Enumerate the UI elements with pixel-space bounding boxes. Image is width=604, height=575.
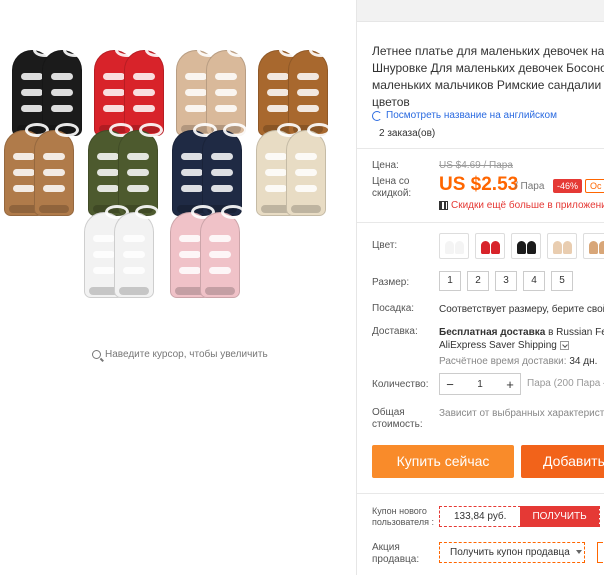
original-price: US $4.69 / Пара: [439, 160, 513, 171]
quantity-label: Количество:: [372, 379, 429, 390]
divider: [357, 222, 604, 223]
size-options: 12345: [439, 271, 573, 291]
product-info-panel: Летнее платье для маленьких девочек на Ш…: [356, 0, 604, 575]
edge-decoration: [597, 542, 603, 563]
color-label: Цвет:: [372, 240, 398, 251]
extra-badge: Ос: [585, 179, 604, 193]
quantity-input[interactable]: 1: [460, 379, 500, 390]
color-swatch-red[interactable]: [475, 233, 505, 259]
magnifier-icon: [92, 350, 101, 359]
shoe-pair-8: [286, 123, 331, 216]
quantity-stepper: − 1 +: [439, 373, 521, 395]
size-option[interactable]: 3: [495, 271, 517, 291]
shipping-eta-label: Расчётное время доставки:: [439, 356, 567, 367]
shoe-pair-5: [34, 123, 79, 216]
shipping-method[interactable]: AliExpress Saver Shipping: [439, 339, 569, 352]
size-option[interactable]: 5: [551, 271, 573, 291]
buy-now-button[interactable]: Купить сейчас: [372, 445, 514, 478]
coupon-amount: 133,84 руб.: [454, 511, 507, 522]
product-image[interactable]: [0, 20, 356, 320]
color-swatch-beige[interactable]: [547, 233, 577, 259]
get-coupon-button[interactable]: ПОЛУЧИТЬ: [520, 506, 599, 527]
quantity-plus-button[interactable]: +: [500, 377, 520, 392]
zoom-hint: Наведите курсор, чтобы увеличить: [92, 349, 268, 360]
seller-coupon-text[interactable]: Получить купон продавца: [450, 547, 570, 558]
translate-link-text[interactable]: Посмотреть название на английском: [386, 110, 557, 121]
panel-topbar: [357, 0, 604, 22]
chevron-down-icon[interactable]: [559, 340, 569, 350]
seller-coupon-dropdown[interactable]: Получить купон продавца: [439, 542, 585, 563]
shoe-pair-9: [114, 205, 159, 298]
shipping-free: Бесплатная доставка в Russian Fed: [439, 326, 604, 339]
caret-down-icon[interactable]: [575, 550, 582, 555]
color-swatch-white[interactable]: [439, 233, 469, 259]
fit-value: Соответствует размеру, берите свой: [439, 304, 604, 315]
size-option[interactable]: 2: [467, 271, 489, 291]
shipping-label: Доставка:: [372, 326, 418, 337]
orders-count: 2 заказа(ов): [379, 128, 436, 139]
shoe-pair-6: [118, 123, 163, 216]
zoom-hint-text: Наведите курсор, чтобы увеличить: [105, 349, 268, 360]
quantity-minus-button[interactable]: −: [440, 377, 460, 392]
size-option[interactable]: 1: [439, 271, 461, 291]
size-option[interactable]: 4: [523, 271, 545, 291]
app-promo-text[interactable]: Скидки ещё больше в приложении: [451, 200, 604, 211]
app-promo-link[interactable]: Скидки ещё больше в приложении: [439, 200, 604, 211]
shoe-pair-7: [202, 123, 247, 216]
add-to-cart-button[interactable]: Добавить: [521, 445, 604, 478]
divider: [357, 148, 604, 149]
shipping-eta-value: 34 дн.: [569, 356, 598, 367]
shoe-pair-10: [200, 205, 245, 298]
price-unit: / Пара: [515, 181, 545, 192]
shipping-method-text[interactable]: AliExpress Saver Shipping: [439, 340, 557, 351]
divider: [357, 493, 604, 494]
size-label: Размер:: [372, 277, 410, 288]
shipping-free-prefix: Бесплатная доставка: [439, 327, 546, 338]
current-price: US $2.53: [439, 174, 519, 195]
quantity-availability: Пара (200 Пара –: [527, 378, 604, 389]
shipping-eta: Расчётное время доставки: 34 дн.: [439, 355, 597, 368]
shipping-destination[interactable]: в Russian Fed: [548, 327, 604, 338]
qr-code-icon: [439, 201, 448, 210]
discount-badge: -46%: [553, 179, 583, 193]
color-swatch-black[interactable]: [511, 233, 541, 259]
new-user-coupon-label: Купон нового пользователя :: [372, 506, 434, 527]
color-swatches: [439, 233, 604, 259]
discount-price-label: Цена со скидкой:: [372, 176, 412, 199]
total-value: Зависит от выбранных характеристи: [439, 408, 604, 419]
price-label: Цена:: [372, 160, 399, 171]
total-label: Общая стоимость:: [372, 407, 423, 430]
product-gallery[interactable]: Наведите курсор, чтобы увеличить: [0, 0, 356, 575]
new-user-coupon: 133,84 руб. ПОЛУЧИТЬ: [439, 506, 600, 527]
translate-icon: [372, 110, 382, 121]
translate-link[interactable]: Посмотреть название на английском: [372, 110, 557, 121]
product-title: Летнее платье для маленьких девочек на Ш…: [372, 44, 604, 109]
seller-promo-label: Акция продавца:: [372, 542, 420, 565]
fit-label: Посадка:: [372, 303, 415, 314]
color-swatch-tan[interactable]: [583, 233, 604, 259]
